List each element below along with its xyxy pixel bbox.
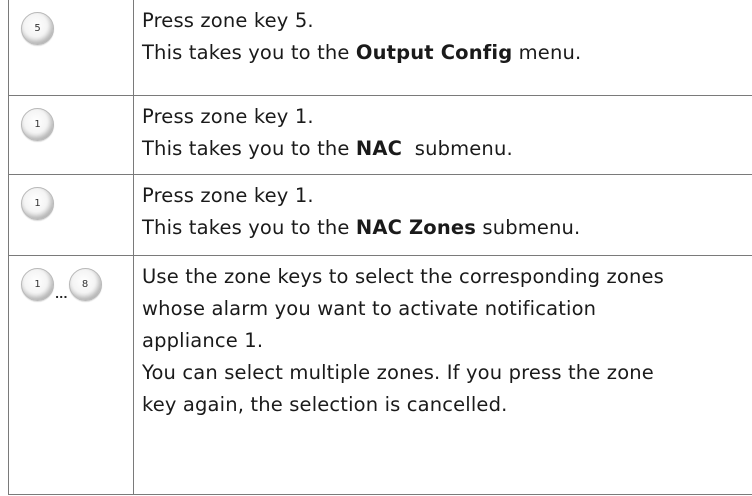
menu-name: NAC Zones [355,216,477,239]
instruction-line: Press zone key 1. [142,184,314,207]
key-cell: 1 [8,174,134,256]
key-group: 1 ... 8 [21,268,102,301]
step-row: 5 Press zone key 5. This takes you to th… [8,0,752,96]
key-cell: 5 [8,0,134,96]
instruction-text: This takes you to the [142,216,356,239]
key-cell: 1 [8,95,134,175]
instruction-line: This takes you to the NAC Zones submenu. [142,212,752,244]
instruction-text: submenu. [402,137,513,160]
key-cell: 1 ... 8 [8,255,134,495]
instruction-line: This takes you to the Output Config menu… [142,37,752,69]
key-group: 1 [21,187,54,220]
zone-key-5-icon: 5 [21,12,54,45]
instruction-line: appliance 1. [142,329,264,352]
step-row: 1 Press zone key 1. This takes you to th… [8,174,752,256]
instruction-text: This takes you to the [142,41,356,64]
instruction-text: submenu. [476,216,581,239]
instruction-text: This takes you to the [142,137,356,160]
zone-key-1-icon: 1 [21,268,54,301]
zone-key-label: 5 [34,23,41,34]
zone-key-8-icon: 8 [68,268,102,301]
instruction-line: Use the zone keys to select the correspo… [142,265,664,288]
instruction-cell: Press zone key 5. This takes you to the … [133,0,752,96]
zone-key-label: 1 [34,198,41,209]
menu-name: Output Config [355,41,513,64]
zone-key-1-icon: 1 [21,187,54,220]
instruction-cell: Press zone key 1. This takes you to the … [133,174,752,256]
procedure-steps-table: 5 Press zone key 5. This takes you to th… [8,0,752,495]
instruction-line: whose alarm you want to activate notific… [142,297,597,320]
zone-key-label: 1 [34,119,41,130]
zone-key-1-icon: 1 [21,108,54,141]
zone-key-label: 8 [81,279,89,290]
key-group: 5 [21,12,54,45]
instruction-line: This takes you to the NAC submenu. [142,133,752,165]
instruction-line: You can select multiple zones. If you pr… [142,361,654,384]
zone-key-label: 1 [34,279,41,290]
key-range-separator: ... [55,288,68,301]
key-group: 1 [21,108,54,141]
instruction-line: Press zone key 1. [142,105,314,128]
instruction-line: key again, the selection is cancelled. [142,393,508,416]
instruction-cell: Press zone key 1. This takes you to the … [133,95,752,175]
menu-name: NAC [355,137,403,160]
step-row: 1 ... 8 Use the zone keys to select the … [8,255,752,495]
instruction-text: menu. [512,41,582,64]
instruction-line: Press zone key 5. [142,9,314,32]
instruction-cell: Use the zone keys to select the correspo… [133,255,752,495]
step-row: 1 Press zone key 1. This takes you to th… [8,95,752,175]
